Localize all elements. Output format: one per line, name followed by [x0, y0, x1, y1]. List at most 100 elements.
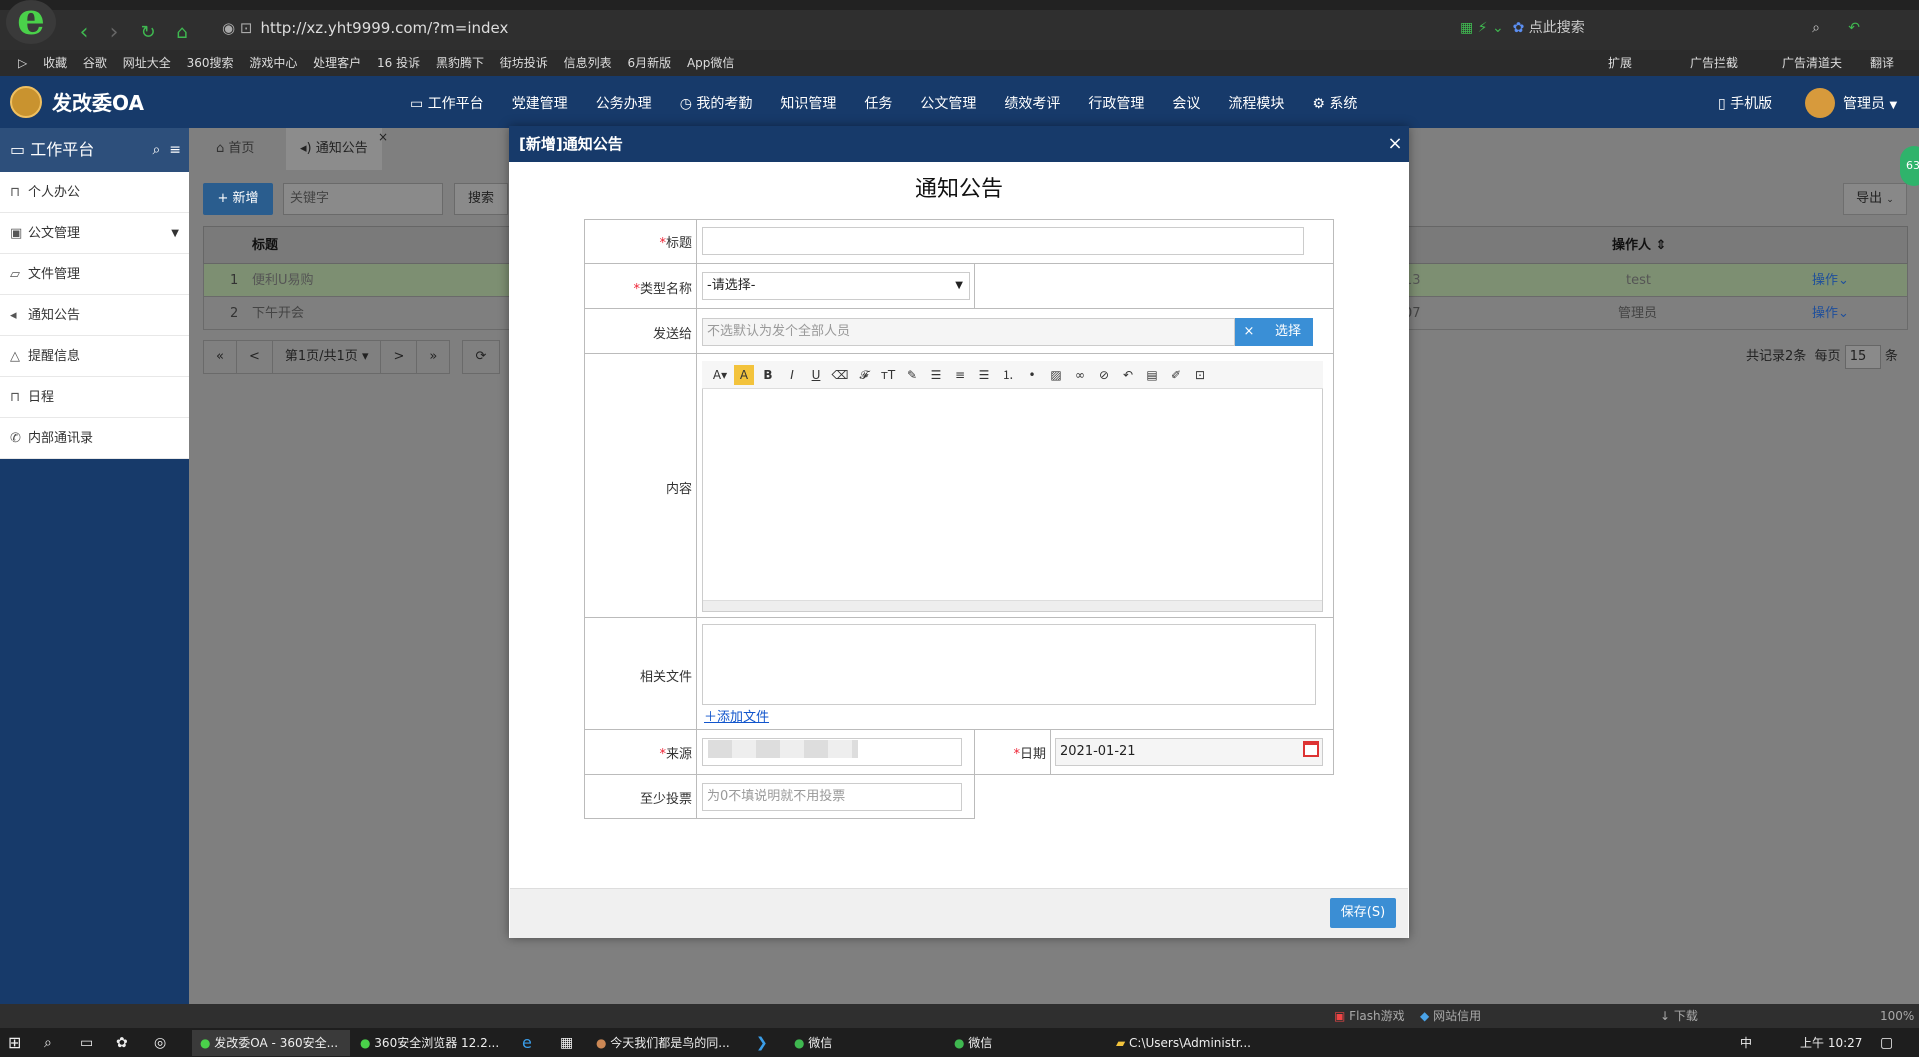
mobile-link[interactable]: ▯ 手机版	[1718, 92, 1772, 116]
row-title[interactable]: 下午开会	[252, 297, 304, 330]
taskbar-item[interactable]: ▰ C:\Users\Administr...	[1112, 1030, 1262, 1056]
menu-item[interactable]: 公务办理	[582, 92, 666, 116]
zoom-level[interactable]: 100%	[1880, 1004, 1914, 1028]
menu-item[interactable]: 知识管理	[766, 92, 850, 116]
pager-first[interactable]: «	[203, 340, 237, 374]
files-area[interactable]	[702, 624, 1316, 705]
download-link[interactable]: ↓ 下载	[1660, 1004, 1698, 1028]
bookmark-item[interactable]: 信息列表	[564, 56, 612, 70]
col-title[interactable]: 标题	[252, 227, 278, 265]
vscode-icon[interactable]: ❯	[756, 1030, 768, 1056]
bookmark-item[interactable]: 6月新版	[627, 56, 671, 70]
unordered-list-icon[interactable]: •	[1022, 365, 1042, 385]
system-clock[interactable]: 上午 10:27	[1800, 1030, 1862, 1056]
rich-text-editor[interactable]	[702, 361, 1323, 612]
bold-icon[interactable]: B	[758, 365, 778, 385]
unlink-icon[interactable]: ⊘	[1094, 365, 1114, 385]
search-button[interactable]: 搜索	[454, 183, 508, 215]
user-menu[interactable]: 管理员 ▼	[1843, 92, 1897, 118]
bookmark-right[interactable]: 广告清道夫	[1782, 50, 1842, 76]
col-operator[interactable]: 操作人 ⇕	[1612, 227, 1666, 265]
address-bar[interactable]: ◉ ⊡ http://xz.yht9999.com/?m=index	[222, 10, 1442, 46]
menu-item[interactable]: ◷ 我的考勤	[666, 92, 767, 116]
notification-icon[interactable]: ▢	[1880, 1030, 1893, 1056]
site-credit-link[interactable]: ◆ 网站信用	[1420, 1004, 1481, 1028]
pinned-search-icon[interactable]: ◎	[154, 1030, 166, 1056]
tab-home[interactable]: ⌂ 首页	[202, 128, 268, 170]
sidebar-item-notice[interactable]: ◂ 通知公告	[0, 295, 189, 336]
calculator-icon[interactable]: ▦	[560, 1030, 573, 1056]
bookmark-item[interactable]: 谷歌	[83, 56, 107, 70]
font-size-icon[interactable]: тT	[878, 365, 898, 385]
per-page-input[interactable]: 15	[1844, 344, 1881, 369]
save-button[interactable]: 保存(S)	[1330, 898, 1396, 928]
taskbar-item[interactable]: ● 今天我们都是鸟的同...	[592, 1030, 742, 1056]
menu-item[interactable]: 任务	[850, 92, 906, 116]
link-icon[interactable]: ∞	[1070, 365, 1090, 385]
fullscreen-icon[interactable]: ⊡	[1190, 365, 1210, 385]
bookmark-item[interactable]: 360搜索	[187, 56, 234, 70]
menu-item[interactable]: 会议	[1158, 92, 1214, 116]
menu-item[interactable]: 绩效考评	[990, 92, 1074, 116]
align-right-icon[interactable]: ☰	[974, 365, 994, 385]
row-action[interactable]: 操作⌄	[1812, 297, 1849, 330]
calendar-icon[interactable]	[1303, 741, 1319, 757]
sidebar-item-files[interactable]: ▱ 文件管理	[0, 254, 189, 295]
sidebar-item-personal[interactable]: ⊓ 个人办公	[0, 172, 189, 213]
search-icon[interactable]: ⌕	[44, 1030, 52, 1056]
type-select[interactable]: -请选择- ▼	[702, 272, 970, 300]
bookmark-item[interactable]: 收藏	[43, 56, 67, 70]
menu-item[interactable]: 流程模块	[1214, 92, 1298, 116]
pinned-app-icon[interactable]: ✿	[116, 1030, 128, 1056]
bookmark-item[interactable]: 游戏中心	[249, 56, 297, 70]
align-center-icon[interactable]: ≡	[950, 365, 970, 385]
row-title[interactable]: 便利U易购	[252, 264, 314, 297]
underline-icon[interactable]: U	[806, 365, 826, 385]
browser-search[interactable]: ▦ ⚡ ⌄ ✿ 点此搜索 ⌕ ↶	[1460, 10, 1900, 46]
bookmark-right[interactable]: 广告拦截	[1690, 50, 1738, 76]
align-left-icon[interactable]: ☰	[926, 365, 946, 385]
menu-icon[interactable]: ≡	[169, 142, 181, 158]
sidebar-item-documents[interactable]: ▣ 公文管理 ▼	[0, 213, 189, 254]
pager-select[interactable]: 第1页/共1页 ▾	[271, 340, 382, 374]
font-color-icon[interactable]: A▾	[710, 365, 730, 385]
bookmark-item[interactable]: 16 投诉	[377, 56, 420, 70]
date-input[interactable]: 2021-01-21	[1055, 738, 1323, 766]
search-icon[interactable]: ⌕	[153, 142, 161, 158]
edge-icon[interactable]: e	[522, 1030, 532, 1056]
tab-notice[interactable]: ◂) 通知公告	[286, 128, 382, 170]
taskbar-item[interactable]: ● 360安全浏览器 12.2...	[356, 1030, 506, 1056]
export-button[interactable]: 导出 ⌄	[1843, 183, 1907, 215]
italic-icon[interactable]: I	[782, 365, 802, 385]
windows-start-icon[interactable]: ⊞	[8, 1030, 21, 1056]
bookmark-item[interactable]: 处理客户	[313, 56, 361, 70]
bookmark-item[interactable]: 网址大全	[123, 56, 171, 70]
undo-icon[interactable]: ↶	[1118, 365, 1138, 385]
taskbar-item[interactable]: ● 发改委OA - 360安全...	[192, 1030, 350, 1056]
bookmark-item[interactable]: 街坊投诉	[500, 56, 548, 70]
menu-item[interactable]: ▭ 工作平台	[396, 92, 498, 116]
avatar[interactable]	[1805, 88, 1835, 118]
sidebar-item-reminder[interactable]: △ 提醒信息	[0, 336, 189, 377]
format-icon[interactable]: ✎	[902, 365, 922, 385]
paste-icon[interactable]: ▤	[1142, 365, 1162, 385]
pager-prev[interactable]: <	[235, 340, 273, 374]
close-icon[interactable]: ×	[1384, 126, 1406, 162]
eraser-icon[interactable]: ⌫	[830, 365, 850, 385]
bookmark-item[interactable]: 黑豹腾下	[436, 56, 484, 70]
min-votes-input[interactable]: 为0不填说明就不用投票	[702, 783, 962, 811]
menu-item[interactable]: 行政管理	[1074, 92, 1158, 116]
title-input[interactable]	[702, 227, 1304, 255]
clear-button[interactable]: ×	[1235, 318, 1263, 346]
task-view-icon[interactable]: ▭	[80, 1030, 93, 1056]
bookmark-right[interactable]: 翻译	[1870, 50, 1894, 76]
ime-indicator[interactable]: 中	[1740, 1030, 1752, 1056]
menu-item[interactable]: 党建管理	[498, 92, 582, 116]
sidebar-item-schedule[interactable]: ⊓ 日程	[0, 377, 189, 418]
font-family-icon[interactable]: 𝓕	[854, 365, 874, 385]
tab-close-icon[interactable]: ×	[378, 130, 388, 144]
sidebar-item-contacts[interactable]: ✆ 内部通讯录	[0, 418, 189, 459]
choose-button[interactable]: 选择	[1263, 318, 1313, 346]
taskbar-item[interactable]: ● 微信	[950, 1030, 1090, 1056]
row-action[interactable]: 操作⌄	[1812, 264, 1849, 297]
